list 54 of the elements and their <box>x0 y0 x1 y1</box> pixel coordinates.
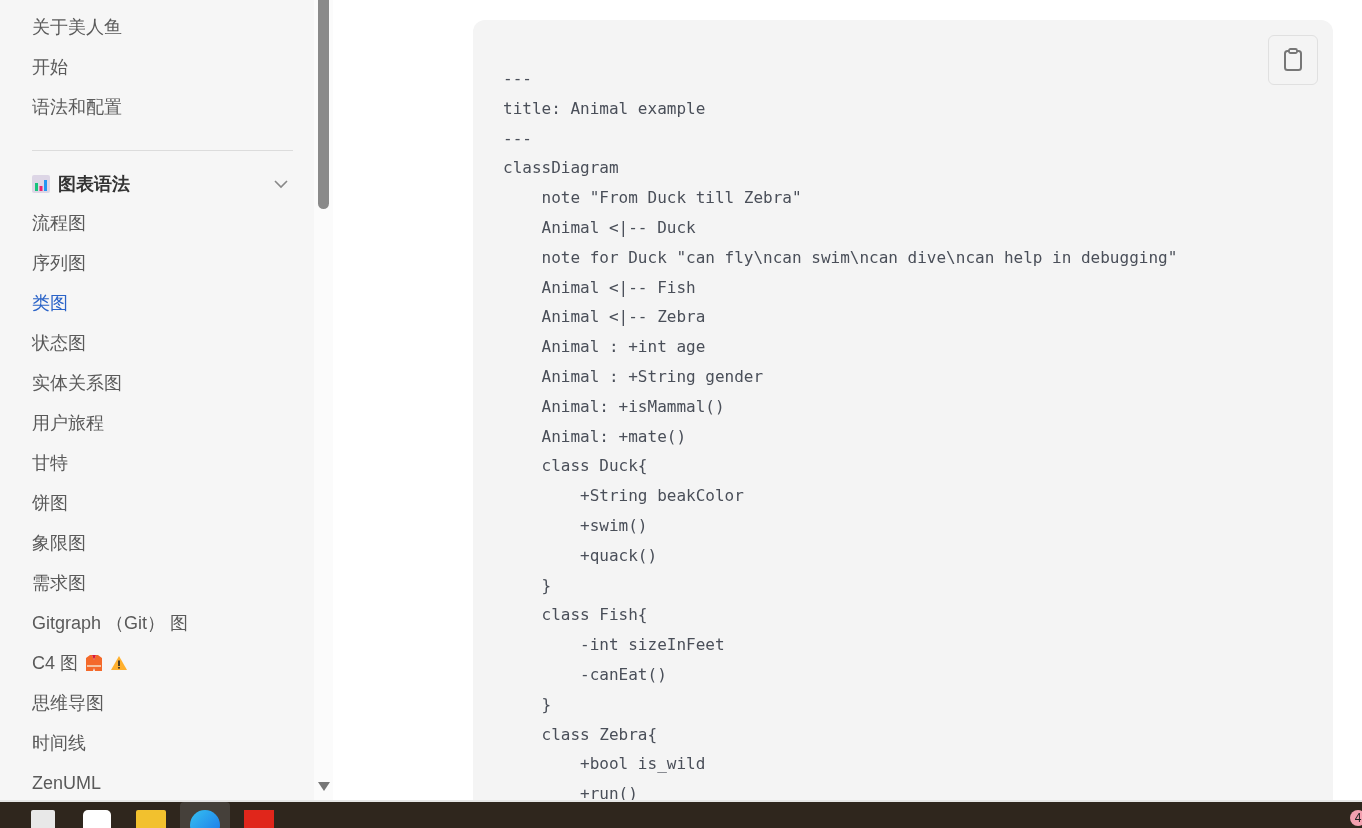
code-line: Animal : +int age <box>540 336 707 359</box>
code-line: +swim() <box>579 514 649 537</box>
scrollbar-thumb[interactable] <box>318 0 329 209</box>
nav-link[interactable]: 开始 <box>32 47 293 87</box>
nav-link[interactable]: 象限图 <box>32 531 86 555</box>
code-line: Animal: +isMammal() <box>540 395 726 418</box>
nav-link[interactable]: 思维导图 <box>32 691 104 715</box>
taskbar-browser-icon[interactable] <box>180 802 230 828</box>
nav-link[interactable]: 需求图 <box>32 571 86 595</box>
nav-link[interactable]: Gitgraph （Git） 图 <box>32 611 189 635</box>
code-line: --- <box>503 68 533 90</box>
code-line: Animal <|-- Duck <box>540 217 697 239</box>
code-line: --- <box>503 127 533 150</box>
nav-link[interactable]: 甘特 <box>32 451 68 475</box>
nav-link[interactable]: 饼图 <box>32 491 68 515</box>
nav-link[interactable]: 时间线 <box>32 731 86 755</box>
warning-icon <box>110 655 128 671</box>
bar-chart-icon <box>32 175 50 193</box>
nav-link[interactable]: C4 图 <box>32 651 78 675</box>
nav-link[interactable]: 实体关系图 <box>32 371 122 395</box>
code-line: Animal : +String gender <box>540 365 765 388</box>
nav-link[interactable]: 流程图 <box>32 211 86 235</box>
code-line: note for Duck "can fly\ncan swim\ncan dive\ncan help in debugging" <box>540 246 1179 269</box>
code-line: class Zebra{ <box>540 723 659 746</box>
nav-link[interactable]: 状态图 <box>32 331 86 355</box>
scrollbar[interactable] <box>314 0 333 800</box>
code-line: class Duck{ <box>540 455 649 478</box>
notification-badge: 4 <box>1350 810 1362 826</box>
nav-link[interactable]: 关于美人鱼 <box>32 7 293 47</box>
scroll-down-arrow-icon[interactable] <box>318 782 330 791</box>
code-line: Animal: +mate() <box>540 425 688 448</box>
code-line: -int sizeInFeet <box>579 634 726 657</box>
code-line: +String beakColor <box>579 485 745 508</box>
vest-icon <box>84 654 104 672</box>
code-line: Animal <|-- Zebra <box>540 306 707 329</box>
nav-link[interactable]: 用户旅程 <box>32 411 104 435</box>
chevron-icon[interactable] <box>273 179 289 189</box>
nav-link[interactable]: 类图 <box>32 291 68 315</box>
nav-link[interactable]: ZenUML <box>32 771 102 795</box>
section-title: 图表语法 <box>58 173 131 196</box>
code-line: title: Animal example <box>503 97 707 120</box>
code-line: class Fish{ <box>540 604 649 627</box>
copy-button[interactable] <box>1268 35 1318 85</box>
code-line: } <box>540 574 553 597</box>
code-line: +bool is_wild <box>579 753 707 776</box>
code-line: note "From Duck till Zebra" <box>540 187 803 210</box>
code-line: +quack() <box>579 544 659 567</box>
nav-link[interactable]: 序列图 <box>32 251 86 275</box>
clipboard-icon <box>1283 48 1303 72</box>
code-line: -canEat() <box>579 663 668 686</box>
nav-link[interactable]: 语法和配置 <box>32 87 293 127</box>
code-line: Animal <|-- Fish <box>540 276 697 299</box>
code-line: classDiagram <box>503 157 620 180</box>
code-line: } <box>540 693 553 716</box>
